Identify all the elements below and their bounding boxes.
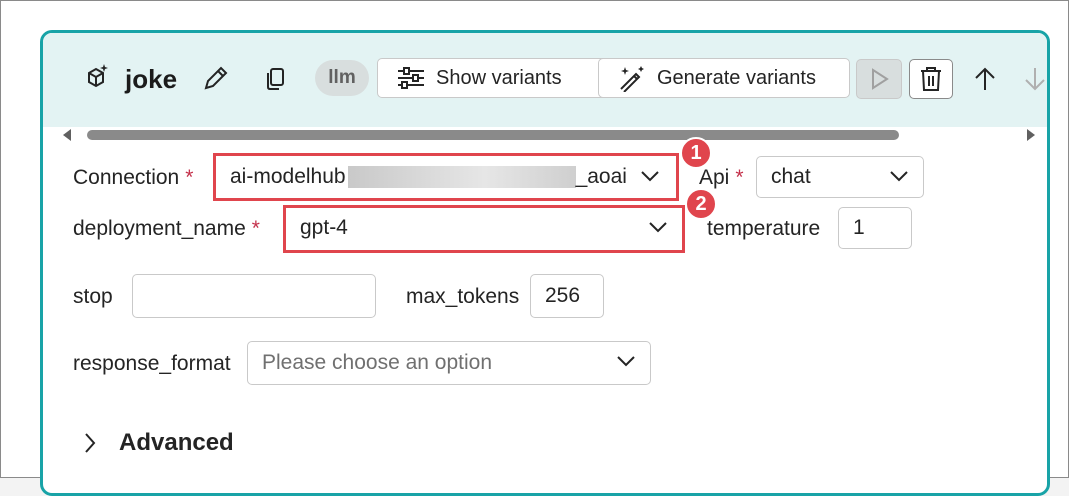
sliders-icon (398, 67, 424, 89)
node-type-icon (81, 61, 111, 91)
trash-icon (921, 67, 941, 91)
magic-wand-icon (620, 66, 644, 92)
node-header: joke llm Show variants Generate variants (43, 33, 1047, 127)
connection-label: Connection * (73, 166, 194, 189)
show-variants-button[interactable]: Show variants (377, 58, 629, 98)
chevron-down-icon (890, 171, 908, 182)
run-button[interactable] (856, 59, 902, 99)
move-down-icon[interactable] (1021, 65, 1047, 93)
node-title: joke (125, 64, 178, 94)
play-icon (872, 68, 889, 90)
max-tokens-label: max_tokens (406, 285, 520, 308)
generate-variants-label: Generate variants (657, 66, 816, 89)
temperature-label: temperature (707, 217, 821, 240)
deployment-name-label: deployment_name * (73, 217, 260, 240)
highlight-box-connection (213, 153, 679, 201)
temperature-input[interactable]: 1 (838, 207, 912, 249)
advanced-label: Advanced (119, 429, 234, 456)
horizontal-scrollbar[interactable] (87, 130, 899, 140)
copy-icon[interactable] (263, 65, 289, 93)
temperature-value: 1 (853, 216, 865, 239)
edit-icon[interactable] (199, 61, 233, 95)
move-up-icon[interactable] (971, 65, 999, 93)
max-tokens-input[interactable]: 256 (530, 274, 604, 318)
api-value: chat (771, 165, 811, 188)
chevron-right-icon (85, 433, 96, 453)
scroll-right-arrow[interactable] (1027, 129, 1035, 141)
response-format-dropdown[interactable]: Please choose an option (247, 341, 651, 385)
response-format-label: response_format (73, 352, 231, 375)
show-variants-label: Show variants (436, 66, 562, 89)
api-label: Api * (699, 166, 744, 189)
stop-label: stop (73, 285, 113, 308)
scroll-left-arrow[interactable] (63, 129, 71, 141)
stop-input[interactable] (132, 274, 376, 318)
response-format-placeholder: Please choose an option (262, 351, 493, 374)
highlight-box-deployment (283, 205, 685, 253)
advanced-section-toggle[interactable]: Advanced (83, 429, 234, 457)
annotation-marker-1: 1 (680, 137, 712, 169)
api-dropdown[interactable]: chat (756, 156, 924, 198)
chevron-down-icon (617, 356, 635, 367)
generate-variants-button[interactable]: Generate variants (598, 58, 850, 98)
annotation-marker-2: 2 (685, 188, 717, 220)
llm-node-card: joke llm Show variants Generate variants… (40, 30, 1050, 496)
node-type-badge: llm (315, 60, 369, 96)
delete-button[interactable] (909, 59, 953, 99)
max-tokens-value: 256 (545, 284, 581, 307)
